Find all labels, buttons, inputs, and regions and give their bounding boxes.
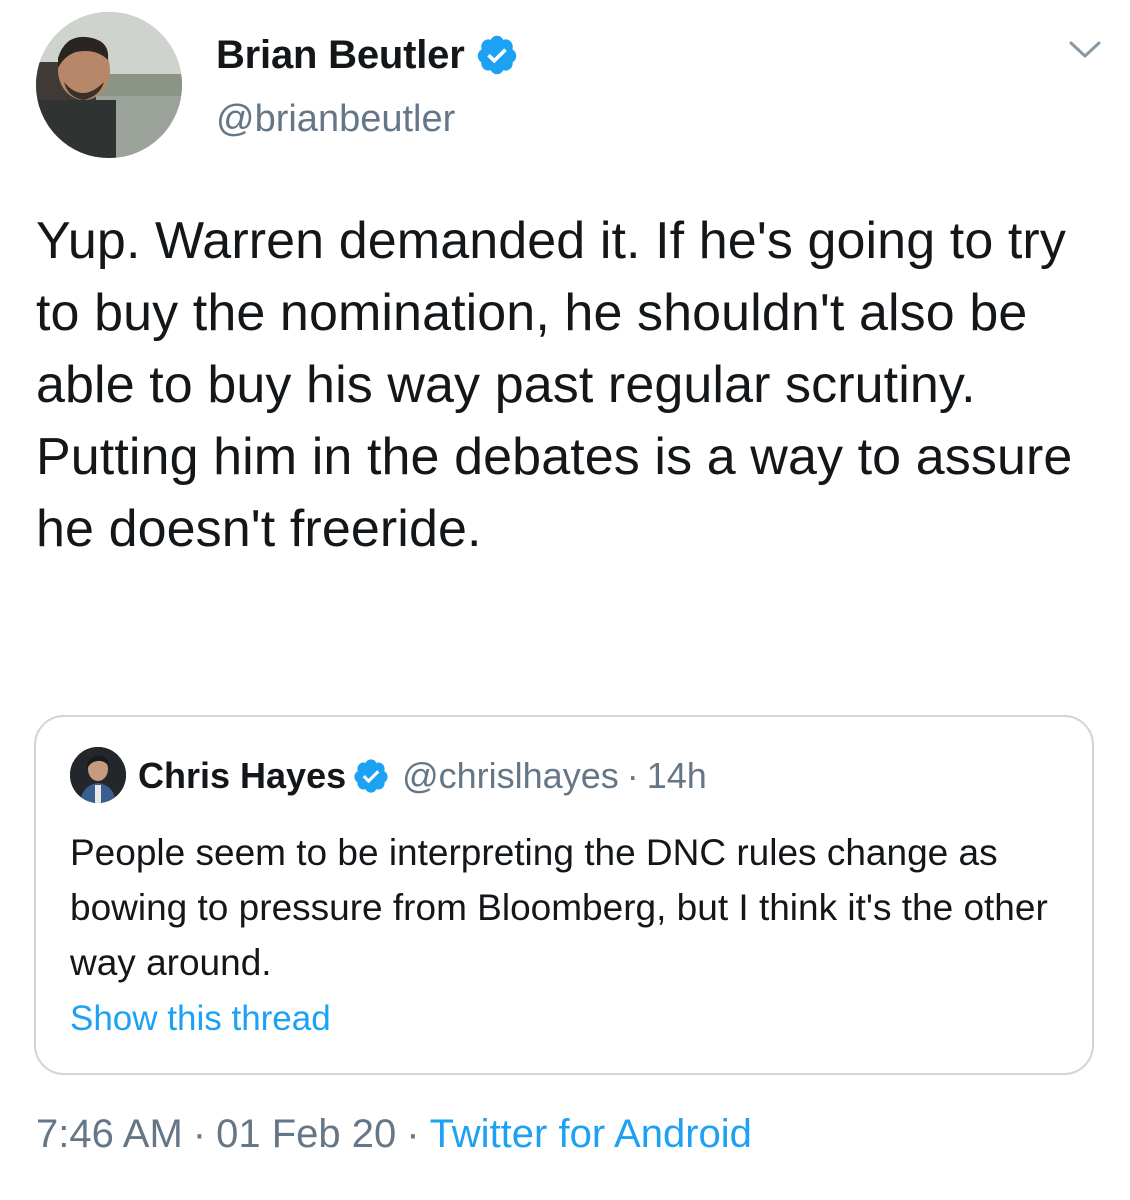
author-avatar[interactable] (36, 12, 182, 158)
chevron-down-icon[interactable] (1068, 38, 1102, 62)
tweet-source-link[interactable]: Twitter for Android (430, 1112, 752, 1157)
verified-badge-icon (352, 757, 390, 795)
show-thread-link[interactable]: Show this thread (70, 999, 331, 1039)
metadata-separator: · (406, 1112, 420, 1156)
tweet-time[interactable]: 7:46 AM (36, 1112, 183, 1157)
quoted-timestamp[interactable]: 14h (647, 755, 707, 797)
tweet-metadata: 7:46 AM · 01 Feb 20 · Twitter for Androi… (36, 1112, 752, 1157)
metadata-separator: · (192, 1112, 207, 1156)
tweet-text: Yup. Warren demanded it. If he's going t… (36, 212, 1073, 558)
author-name[interactable]: Brian Beutler (216, 33, 465, 78)
quoted-tweet-header: Chris Hayes @chrislhayes · 14h (138, 749, 707, 803)
quoted-author-avatar[interactable] (70, 747, 126, 803)
quoted-tweet-text: People seem to be interpreting the DNC r… (70, 832, 1048, 983)
tweet-card: Brian Beutler @brianbeutler Yup. Warren … (0, 0, 1130, 1200)
author-handle[interactable]: @brianbeutler (216, 98, 455, 141)
author-name-row: Brian Beutler (216, 28, 519, 82)
quoted-tweet[interactable]: Chris Hayes @chrislhayes · 14h People se… (34, 715, 1094, 1075)
tweet-date[interactable]: 01 Feb 20 (216, 1112, 396, 1157)
quoted-author-name[interactable]: Chris Hayes (138, 755, 346, 797)
verified-badge-icon (475, 33, 519, 77)
quoted-author-handle[interactable]: @chrislhayes (402, 755, 619, 797)
quoted-separator: · (626, 755, 639, 796)
